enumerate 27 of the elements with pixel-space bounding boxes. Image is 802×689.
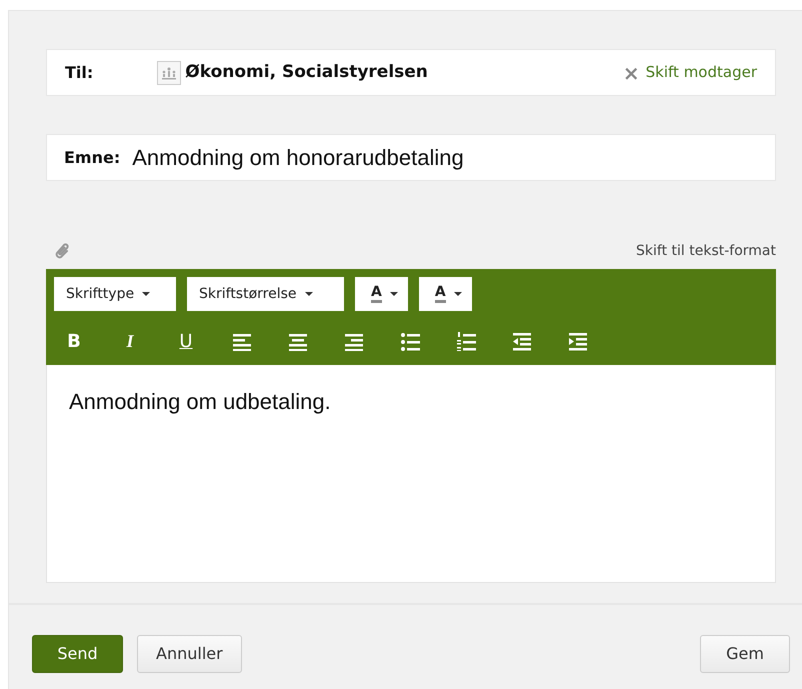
recipient-name: Økonomi, Socialstyrelsen [185, 60, 428, 84]
bullet-list-icon [400, 332, 420, 350]
align-right-icon [344, 332, 364, 350]
italic-button[interactable]: I [102, 317, 158, 365]
subject-input[interactable]: Anmodning om honorarudbetaling [130, 140, 758, 175]
align-center-icon [288, 332, 308, 350]
color-dropdown[interactable]: A [355, 277, 408, 311]
action-button[interactable]: Annuller [137, 635, 242, 673]
indent-icon [568, 332, 588, 350]
action-button[interactable]: Gem [700, 635, 790, 673]
change-recipient-link[interactable]: Skift modtager [646, 61, 757, 84]
numbered-list-icon [456, 332, 476, 350]
align-left-icon [232, 332, 252, 350]
font-dropdown[interactable]: Skrifttype [54, 277, 176, 311]
color-dropdown[interactable]: A [418, 277, 472, 311]
subject-field[interactable]: Emne: Anmodning om honorarudbetaling [46, 134, 776, 181]
subject-label: Emne: [64, 146, 120, 168]
editor-body[interactable]: Anmodning om udbetaling. [46, 365, 776, 583]
underline-button[interactable]: U [158, 317, 214, 365]
remove-glyph[interactable]: × [622, 62, 640, 82]
outdent-icon [512, 332, 532, 350]
action-button[interactable]: Send [32, 635, 123, 673]
organization-icon [157, 60, 182, 84]
font-dropdown[interactable]: Skriftstørrelse [187, 277, 344, 311]
text-format-link[interactable]: Skift til tekst-format [636, 240, 776, 262]
bold-button[interactable]: B [46, 317, 102, 365]
recipient-label: Til: [65, 62, 94, 84]
